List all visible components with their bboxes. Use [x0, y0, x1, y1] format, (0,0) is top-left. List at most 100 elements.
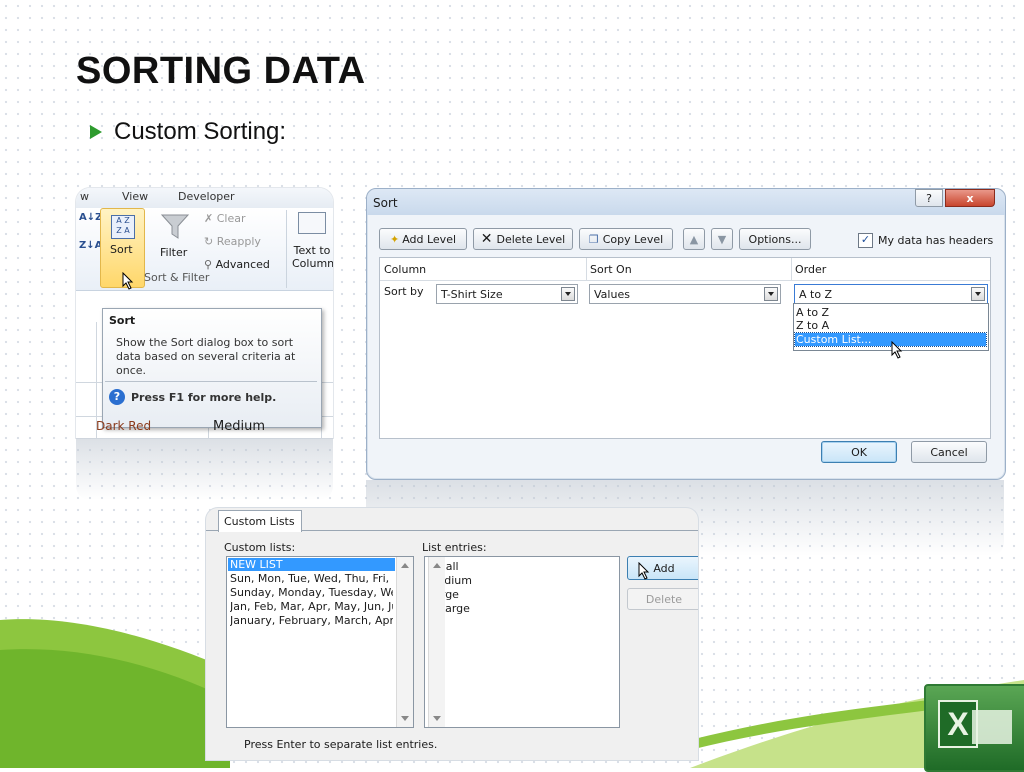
- advanced-icon: ⚲: [204, 258, 216, 271]
- list-item[interactable]: Sun, Mon, Tue, Wed, Thu, Fri, Sat: [230, 572, 393, 585]
- group-divider: [286, 210, 287, 288]
- order-option-z-a[interactable]: Z to A: [796, 319, 829, 332]
- clear-button[interactable]: ✗ Clear: [204, 212, 246, 225]
- scroll-down-icon[interactable]: [401, 716, 409, 721]
- custom-lists-label: Custom lists:: [224, 541, 296, 554]
- clear-label: Clear: [216, 212, 246, 225]
- sort-filter-group: A↓Z Z↓A A ZZ A Sort Filter ✗ Clear ↻ Rea…: [76, 208, 333, 291]
- cell-dark-red[interactable]: Dark Red: [96, 419, 151, 433]
- text-to-label: Text to: [293, 244, 331, 257]
- list-item-new-list[interactable]: NEW LIST: [228, 558, 395, 571]
- list-item[interactable]: Jan, Feb, Mar, Apr, May, Jun, Jul: [230, 600, 393, 613]
- cancel-button[interactable]: Cancel: [911, 441, 987, 463]
- add-level-icon: ✦: [389, 232, 400, 246]
- tooltip-body: Show the Sort dialog box to sort data ba…: [116, 336, 296, 377]
- copy-icon: ❐: [588, 232, 599, 246]
- header-order: Order: [795, 263, 827, 276]
- move-down-button[interactable]: ▼: [711, 228, 733, 250]
- green-swoosh-left: [0, 619, 230, 768]
- add-level-label: Add Level: [402, 232, 457, 246]
- options-label: Options...: [748, 232, 802, 246]
- arrow-down-icon: ▼: [717, 232, 727, 246]
- delete-level-label: Delete Level: [496, 232, 566, 246]
- order-value: A to Z: [799, 288, 833, 301]
- list-entries-label: List entries:: [422, 541, 487, 554]
- ok-label: OK: [851, 445, 867, 459]
- sort-by-label: Sort by: [384, 285, 424, 298]
- columns-label: Column: [292, 257, 333, 270]
- order-option-a-z[interactable]: A to Z: [796, 306, 829, 319]
- order-select[interactable]: A to Z: [794, 284, 988, 304]
- sort-dialog: Sort ? x ✦ Add Level ✕ Delete Level ❐ Copy …: [366, 188, 1006, 480]
- slide-title: SORTING DATA: [76, 50, 366, 92]
- ribbon-tabs: w View Developer: [76, 188, 333, 209]
- tab-view[interactable]: View: [122, 190, 148, 203]
- text-to-columns-button[interactable]: Text to Column: [292, 212, 333, 282]
- tab-developer[interactable]: Developer: [178, 190, 235, 203]
- delete-level-button[interactable]: ✕ Delete Level: [473, 228, 573, 250]
- filter-label: Filter: [160, 246, 188, 259]
- header-sort-on: Sort On: [590, 263, 632, 276]
- entries-scrollbar[interactable]: [428, 557, 445, 727]
- grid-header: Column Sort On Order: [380, 258, 990, 281]
- sort-za-icon[interactable]: Z↓A: [79, 240, 102, 251]
- custom-lists-listbox[interactable]: NEW LIST Sun, Mon, Tue, Wed, Thu, Fri, S…: [226, 556, 414, 728]
- footer-hint: Press Enter to separate list entries.: [244, 738, 438, 751]
- tab-custom-lists-label: Custom Lists: [224, 515, 295, 528]
- chevron-down-icon: [764, 287, 778, 301]
- delete-button[interactable]: Delete: [627, 588, 698, 610]
- list-item[interactable]: Sunday, Monday, Tuesday, Wednesday: [230, 586, 393, 599]
- custom-lists-dialog: Custom Lists Custom lists: NEW LIST Sun,…: [206, 508, 698, 760]
- excel-logo-icon: X: [924, 684, 1024, 772]
- sort-az-icon[interactable]: A↓Z: [79, 212, 102, 223]
- bullet-point: Custom Sorting:: [90, 118, 286, 146]
- sort-label: Sort: [110, 243, 133, 256]
- scroll-up-icon[interactable]: [433, 563, 441, 568]
- options-button[interactable]: Options...: [739, 228, 811, 250]
- scroll-up-icon[interactable]: [401, 563, 409, 568]
- mouse-cursor-icon: [122, 271, 134, 293]
- help-button[interactable]: ?: [915, 189, 943, 207]
- sort-tooltip: Sort Show the Sort dialog box to sort da…: [102, 308, 322, 428]
- filter-button[interactable]: Filter: [156, 212, 194, 272]
- sort-on-value: Values: [594, 288, 630, 301]
- lists-scrollbar[interactable]: [396, 557, 413, 727]
- delete-label: Delete: [645, 592, 683, 606]
- cell-medium[interactable]: Medium: [213, 419, 265, 434]
- close-icon: x: [966, 191, 974, 205]
- header-column: Column: [384, 263, 427, 276]
- headers-checkbox[interactable]: ✓: [858, 233, 873, 248]
- chevron-down-icon: [971, 287, 985, 301]
- bullet-text: Custom Sorting:: [114, 118, 287, 145]
- mouse-cursor-icon: [638, 561, 650, 583]
- tab-custom-lists[interactable]: Custom Lists: [218, 510, 302, 532]
- delete-x-icon: ✕: [480, 231, 493, 247]
- advanced-button[interactable]: ⚲ Advanced: [204, 258, 270, 271]
- bullet-arrow-icon: [90, 125, 102, 139]
- tooltip-title: Sort: [109, 314, 136, 327]
- column-value: T-Shirt Size: [441, 288, 503, 301]
- sort-on-select[interactable]: Values: [589, 284, 781, 304]
- tooltip-help: Press F1 for more help.: [131, 391, 277, 404]
- move-up-button[interactable]: ▲: [683, 228, 705, 250]
- list-item[interactable]: January, February, March, April: [230, 614, 393, 627]
- copy-level-button[interactable]: ❐ Copy Level: [579, 228, 673, 250]
- close-button[interactable]: x: [945, 189, 995, 207]
- scroll-down-icon[interactable]: [433, 716, 441, 721]
- funnel-icon: [160, 214, 190, 239]
- help-icon: ?: [109, 389, 125, 405]
- help-question-icon: ?: [926, 191, 932, 205]
- list-entries-textarea[interactable]: Small Medium Large X-Large: [424, 556, 620, 728]
- ok-button[interactable]: OK: [821, 441, 897, 463]
- group-label: Sort & Filter: [144, 271, 210, 284]
- ribbon-screenshot: w View Developer A↓Z Z↓A A ZZ A Sort Fil…: [76, 188, 333, 438]
- copy-level-label: Copy Level: [602, 232, 664, 246]
- reapply-button[interactable]: ↻ Reapply: [204, 235, 261, 248]
- reapply-label: Reapply: [216, 235, 261, 248]
- tab-partial[interactable]: w: [80, 190, 89, 203]
- clear-icon: ✗: [204, 212, 217, 225]
- sort-icon: A ZZ A: [111, 215, 135, 239]
- column-select[interactable]: T-Shirt Size: [436, 284, 578, 304]
- cancel-label: Cancel: [930, 445, 968, 459]
- add-level-button[interactable]: ✦ Add Level: [379, 228, 467, 250]
